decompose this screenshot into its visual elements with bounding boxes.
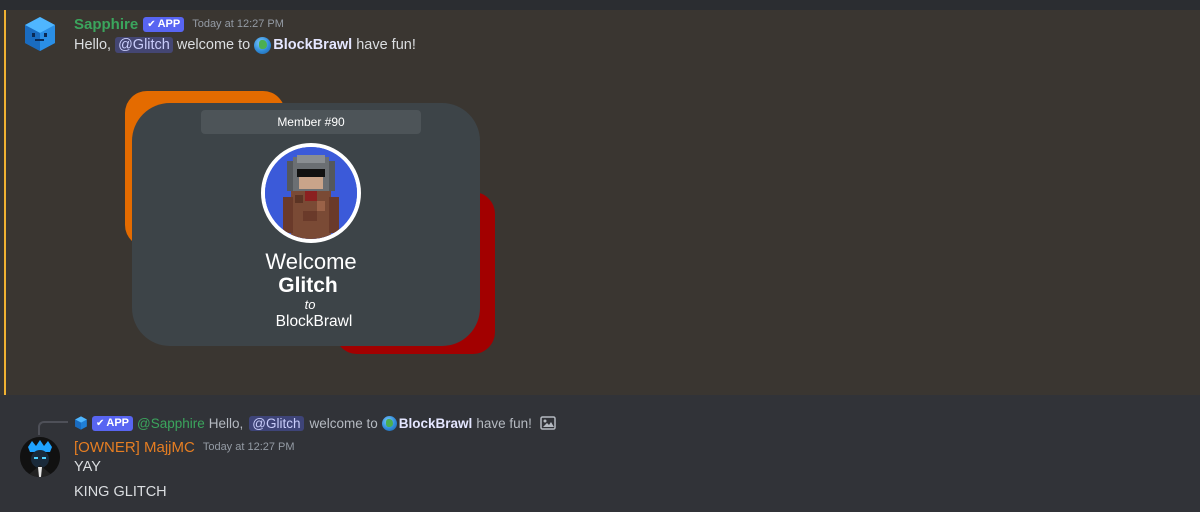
card-welcome-text: Welcome <box>265 249 357 274</box>
reply-text: Hello, <box>208 415 244 431</box>
channel-name: BlockBrawl <box>398 415 473 431</box>
top-strip <box>0 0 1200 10</box>
reply-connector <box>38 421 68 435</box>
sapphire-cube-icon <box>75 416 87 430</box>
reply-preview[interactable]: ✔ APP @Sapphire Hello, @Glitch welcome t… <box>74 414 556 432</box>
message-header: [OWNER] MajjMC Today at 12:27 PM <box>74 437 295 457</box>
message-text: Hello, <box>74 37 112 53</box>
message-content: Hello, @Glitch welcome to BlockBrawl hav… <box>74 35 416 55</box>
user-mention[interactable]: @Glitch <box>115 37 173 53</box>
app-badge-label: APP <box>157 18 181 30</box>
username[interactable]: Sapphire <box>74 16 138 33</box>
card-server-name: BlockBrawl <box>275 313 353 330</box>
card-member-name: Glitch <box>278 274 338 297</box>
globe-icon <box>381 415 397 431</box>
channel-name: BlockBrawl <box>273 37 353 53</box>
verified-check-icon: ✔ <box>147 18 156 30</box>
user-mention[interactable]: @Glitch <box>249 415 304 431</box>
verified-check-icon: ✔ <box>96 417 105 429</box>
crowned-avatar[interactable] <box>20 437 60 477</box>
message-text: have fun! <box>356 37 416 53</box>
app-badge: ✔ APP <box>143 16 185 32</box>
sapphire-cube-icon[interactable] <box>22 16 58 52</box>
globe-icon <box>254 36 272 54</box>
channel-mention[interactable]: BlockBrawl <box>254 36 353 54</box>
message-header: Sapphire ✔ APP Today at 12:27 PM <box>74 14 284 34</box>
card-to-text: to <box>304 297 316 312</box>
message-line: YAY <box>74 459 101 475</box>
app-badge-label: APP <box>106 417 130 429</box>
timestamp[interactable]: Today at 12:27 PM <box>203 441 295 453</box>
image-icon <box>540 416 556 430</box>
mention-highlight-bar <box>4 10 6 395</box>
member-number: Member #90 <box>201 110 421 134</box>
app-badge: ✔ APP <box>92 415 134 431</box>
message-line: KING GLITCH <box>74 484 167 500</box>
reply-text: have fun! <box>476 415 532 431</box>
timestamp[interactable]: Today at 12:27 PM <box>192 18 284 30</box>
reply-text: welcome to <box>309 415 378 431</box>
minecraft-skin-avatar <box>261 143 361 243</box>
reply-username[interactable]: @Sapphire <box>137 416 205 431</box>
channel-mention[interactable]: BlockBrawl <box>381 415 473 431</box>
message-text: welcome to <box>176 37 251 53</box>
username[interactable]: [OWNER] MajjMC <box>74 439 195 456</box>
